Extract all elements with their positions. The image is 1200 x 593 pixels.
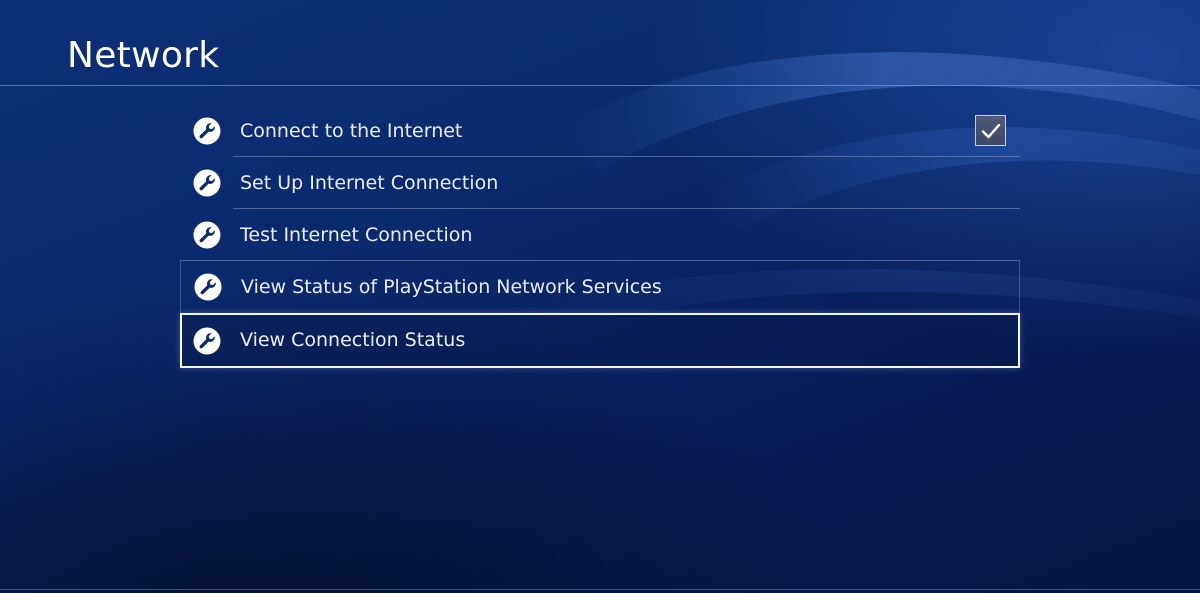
network-menu: Connect to the Internet Set Up Internet … <box>180 105 1020 368</box>
menu-item-test-internet-connection[interactable]: Test Internet Connection <box>180 209 1020 261</box>
wrench-icon <box>193 117 221 145</box>
checkmark-icon <box>981 123 1000 138</box>
menu-item-connect-to-internet[interactable]: Connect to the Internet <box>180 105 1020 157</box>
menu-item-view-connection-status[interactable]: View Connection Status <box>180 313 1020 368</box>
menu-item-setup-internet-connection[interactable]: Set Up Internet Connection <box>180 157 1020 209</box>
connect-checkbox[interactable] <box>975 115 1006 146</box>
wrench-icon <box>193 327 221 355</box>
menu-item-label: Set Up Internet Connection <box>240 172 499 194</box>
menu-item-label: Test Internet Connection <box>240 224 473 246</box>
wrench-icon <box>193 169 221 197</box>
page-title: Network <box>67 35 220 76</box>
menu-item-label: View Connection Status <box>240 329 466 351</box>
bottom-divider <box>0 589 1200 590</box>
menu-item-label: Connect to the Internet <box>240 120 463 142</box>
menu-item-view-psn-status[interactable]: View Status of PlayStation Network Servi… <box>180 261 1020 313</box>
wrench-icon <box>193 221 221 249</box>
wrench-icon <box>194 273 222 301</box>
title-divider <box>0 85 1200 86</box>
menu-item-label: View Status of PlayStation Network Servi… <box>241 276 662 298</box>
